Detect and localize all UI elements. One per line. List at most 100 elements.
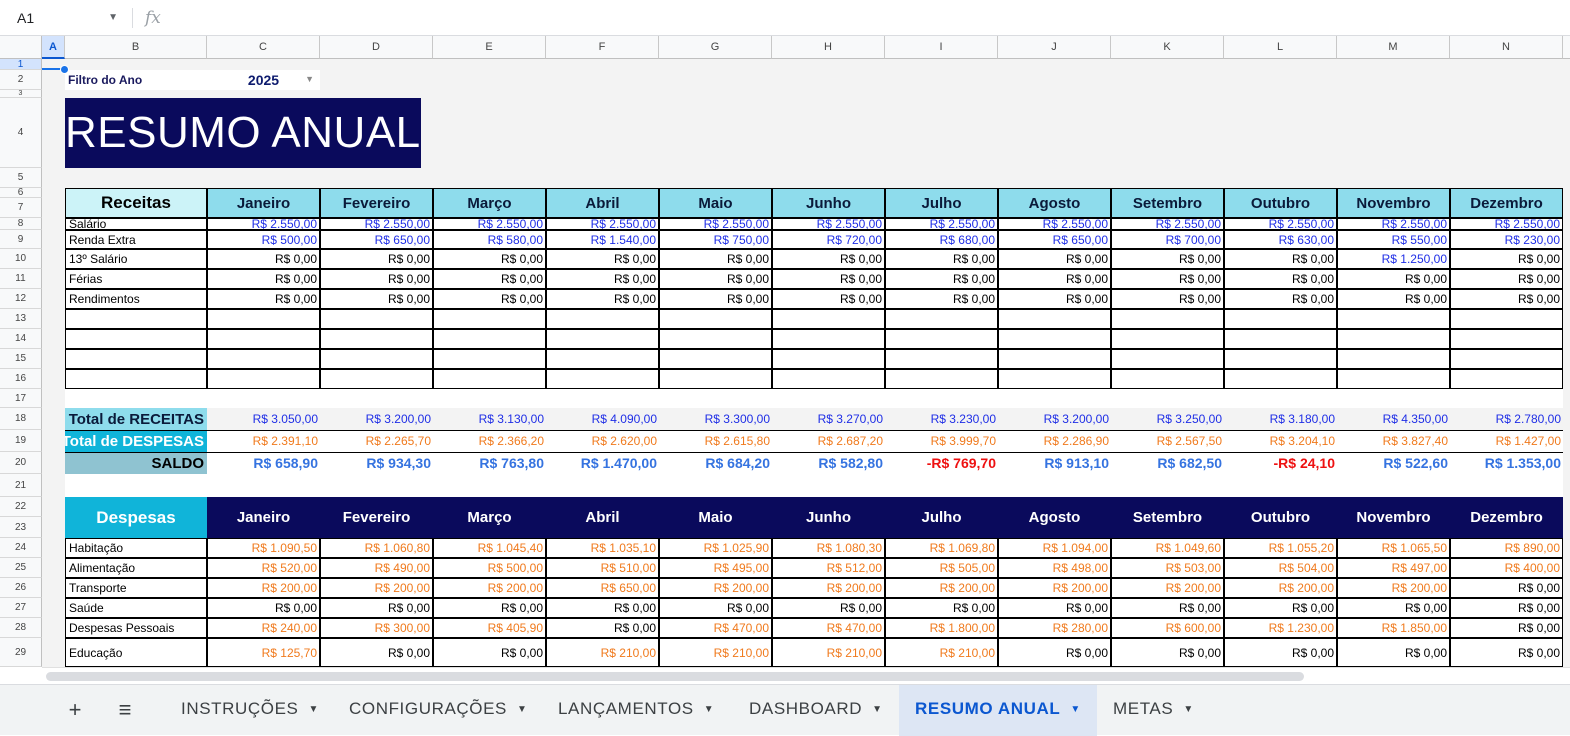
- select-all-corner[interactable]: [0, 36, 42, 59]
- chevron-down-icon[interactable]: ▼: [108, 6, 118, 30]
- row-header-15[interactable]: 15: [0, 349, 42, 369]
- row-header-7[interactable]: 7: [0, 198, 42, 218]
- despesas-month-header: Abril: [546, 497, 659, 538]
- tab-instruções[interactable]: INSTRUÇÕES ▼: [165, 685, 333, 736]
- row-header-23[interactable]: 23: [0, 517, 42, 538]
- despesa-value-cell: R$ 520,00: [207, 558, 320, 578]
- tab-menu-caret-icon[interactable]: ▼: [1070, 704, 1081, 715]
- row-header-29[interactable]: 29: [0, 638, 42, 667]
- row-header-20[interactable]: 20: [0, 452, 42, 474]
- horizontal-scrollbar[interactable]: [42, 667, 1570, 684]
- total-receitas-value: R$ 4.350,00: [1382, 412, 1448, 426]
- empty-cell: [1450, 329, 1563, 349]
- despesa-value-cell: R$ 0,00: [1450, 618, 1563, 638]
- row-header-5[interactable]: 5: [0, 168, 42, 188]
- tab-metas[interactable]: METAS ▼: [1097, 685, 1217, 736]
- row-header-10[interactable]: 10: [0, 249, 42, 269]
- column-header-c[interactable]: C: [207, 36, 320, 59]
- name-box[interactable]: A1 ▼: [8, 6, 126, 30]
- tab-menu-caret-icon[interactable]: ▼: [1183, 704, 1194, 715]
- row-header-25[interactable]: 25: [0, 558, 42, 578]
- row-header-26[interactable]: 26: [0, 578, 42, 598]
- column-header-a[interactable]: A: [42, 36, 65, 59]
- column-header-f[interactable]: F: [546, 36, 659, 59]
- row-header-14[interactable]: 14: [0, 329, 42, 349]
- tab-menu-caret-icon[interactable]: ▼: [517, 704, 528, 715]
- despesa-value-cell: R$ 200,00: [207, 578, 320, 598]
- row-header-28[interactable]: 28: [0, 618, 42, 638]
- column-header-n[interactable]: N: [1450, 36, 1563, 59]
- fx-icon: fx: [145, 8, 161, 28]
- despesa-value-cell: R$ 200,00: [1111, 578, 1224, 598]
- row-header-22[interactable]: 22: [0, 497, 42, 517]
- sheet-grid[interactable]: Filtro do Ano 2025 ▼ RESUMO ANUAL Receitas Ja…: [42, 59, 1570, 667]
- row-header-3[interactable]: 3: [0, 90, 42, 98]
- receita-value-cell: R$ 750,00: [659, 230, 772, 249]
- row-header-27[interactable]: 27: [0, 598, 42, 618]
- receitas-month-header: Agosto: [998, 188, 1111, 218]
- total-despesas-value: R$ 3.827,40: [1382, 434, 1448, 448]
- saldo-value: R$ 522,60: [1383, 455, 1448, 471]
- tab-dashboard[interactable]: DASHBOARD ▼: [733, 685, 899, 736]
- receita-value-cell: R$ 1.540,00: [546, 230, 659, 249]
- row-header-13[interactable]: 13: [0, 309, 42, 329]
- receita-category-label: Férias: [65, 269, 207, 289]
- despesa-value-cell: R$ 0,00: [207, 598, 320, 618]
- despesa-value-cell: R$ 0,00: [659, 598, 772, 618]
- tab-menu-caret-icon[interactable]: ▼: [308, 704, 319, 715]
- receita-category-label: Salário: [65, 218, 207, 230]
- add-sheet-button[interactable]: +: [61, 696, 89, 724]
- column-header-g[interactable]: G: [659, 36, 772, 59]
- column-header-l[interactable]: L: [1224, 36, 1337, 59]
- receita-value-cell: R$ 0,00: [1450, 249, 1563, 269]
- empty-cell: [546, 329, 659, 349]
- column-header-k[interactable]: K: [1111, 36, 1224, 59]
- row-header-18[interactable]: 18: [0, 408, 42, 430]
- row-header-12[interactable]: 12: [0, 289, 42, 309]
- dropdown-arrow-icon[interactable]: ▼: [305, 74, 314, 84]
- column-header-b[interactable]: B: [65, 36, 207, 59]
- empty-cell: [433, 369, 546, 389]
- column-header-j[interactable]: J: [998, 36, 1111, 59]
- all-sheets-menu-icon[interactable]: ≡: [111, 696, 139, 724]
- receita-value-cell: R$ 680,00: [885, 230, 998, 249]
- receita-value-cell: R$ 0,00: [1450, 269, 1563, 289]
- row-header-24[interactable]: 24: [0, 538, 42, 558]
- row-header-19[interactable]: 19: [0, 430, 42, 452]
- scrollbar-thumb[interactable]: [46, 672, 1304, 681]
- row-header-16[interactable]: 16: [0, 369, 42, 389]
- row-header-21[interactable]: 21: [0, 474, 42, 497]
- tab-menu-caret-icon[interactable]: ▼: [704, 704, 715, 715]
- receita-value-cell: R$ 2.550,00: [433, 218, 546, 230]
- selection-handle[interactable]: [60, 65, 69, 74]
- despesa-value-cell: R$ 200,00: [772, 578, 885, 598]
- row-header-11[interactable]: 11: [0, 269, 42, 289]
- despesa-value-cell: R$ 400,00: [1450, 558, 1563, 578]
- column-header-e[interactable]: E: [433, 36, 546, 59]
- receita-value-cell: R$ 0,00: [320, 289, 433, 309]
- row-header-17[interactable]: 17: [0, 389, 42, 408]
- total-receitas-value: R$ 3.180,00: [1269, 412, 1335, 426]
- despesa-value-cell: R$ 210,00: [772, 638, 885, 667]
- tab-resumo-anual[interactable]: RESUMO ANUAL ▼: [899, 685, 1097, 736]
- column-header-h[interactable]: H: [772, 36, 885, 59]
- column-header-i[interactable]: I: [885, 36, 998, 59]
- row-header-8[interactable]: 8: [0, 218, 42, 230]
- row-header-1[interactable]: 1: [0, 59, 42, 70]
- row-header-4[interactable]: 4: [0, 98, 42, 168]
- tab-label: METAS: [1113, 699, 1174, 718]
- receitas-month-header: Dezembro: [1450, 188, 1563, 218]
- receita-value-cell: R$ 720,00: [772, 230, 885, 249]
- tab-menu-caret-icon[interactable]: ▼: [872, 704, 883, 715]
- empty-cell: [1111, 329, 1224, 349]
- column-header-m[interactable]: M: [1337, 36, 1450, 59]
- despesa-value-cell: R$ 470,00: [772, 618, 885, 638]
- tab-lançamentos[interactable]: LANÇAMENTOS ▼: [542, 685, 733, 736]
- row-header-6[interactable]: 6: [0, 188, 42, 198]
- row-header-9[interactable]: 9: [0, 230, 42, 249]
- tab-configurações[interactable]: CONFIGURAÇÕES ▼: [333, 685, 542, 736]
- receita-category-label: Renda Extra: [65, 230, 207, 249]
- filter-year-select[interactable]: 2025 ▼: [207, 70, 320, 90]
- row-header-2[interactable]: 2: [0, 70, 42, 90]
- column-header-d[interactable]: D: [320, 36, 433, 59]
